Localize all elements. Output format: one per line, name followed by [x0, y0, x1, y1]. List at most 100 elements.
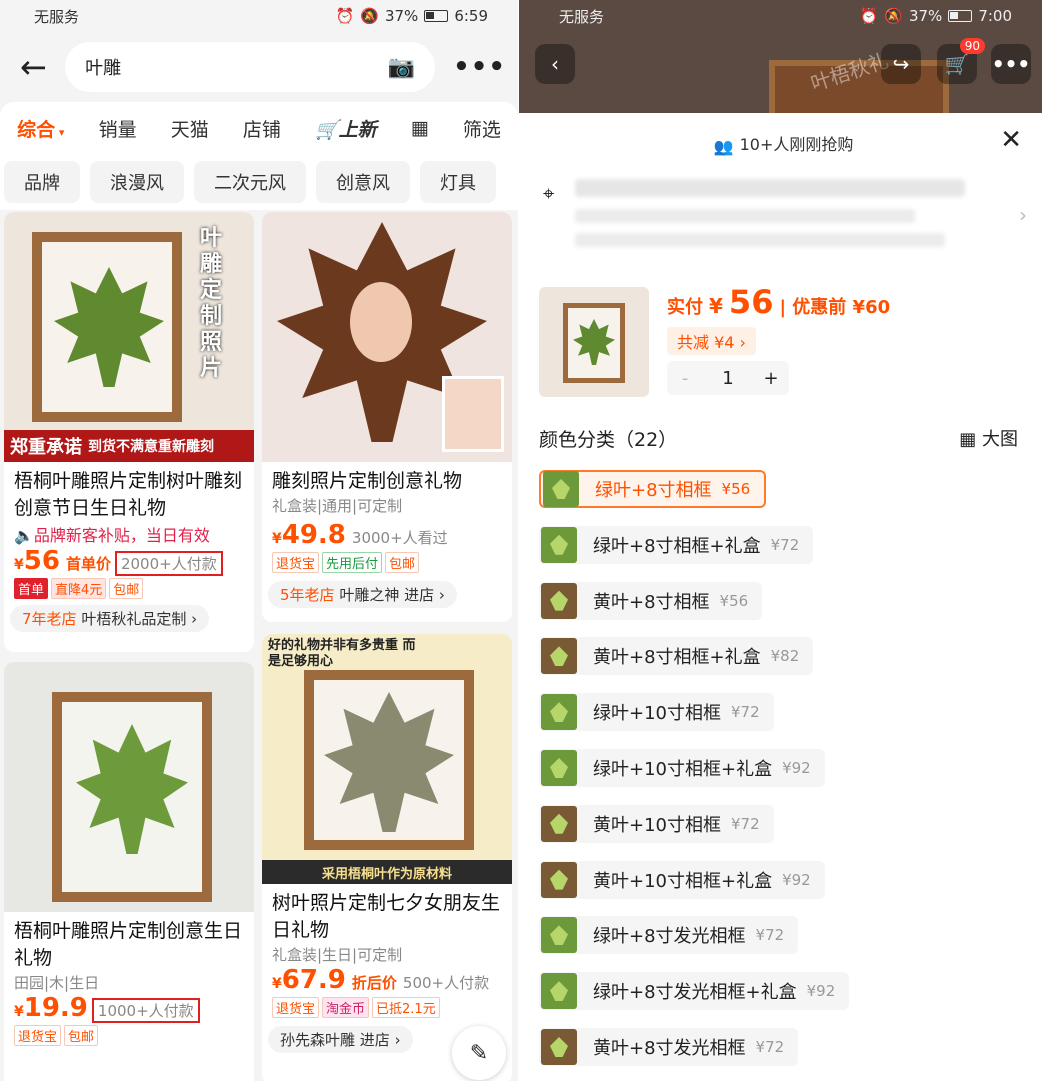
- tab-tmall[interactable]: 天猫: [171, 115, 209, 142]
- chip-romantic[interactable]: 浪漫风: [90, 161, 184, 203]
- large-view-toggle[interactable]: ▦ 大图: [959, 425, 1018, 451]
- tab-filter[interactable]: 筛选: [463, 115, 501, 142]
- sku-option[interactable]: 黄叶+8寸相框 ¥56: [539, 581, 763, 620]
- sku-option[interactable]: 黄叶+10寸相框 ¥72: [539, 804, 774, 843]
- overlay-top: 好的礼物并非有多贵重 而是足够用心: [268, 638, 416, 669]
- search-input[interactable]: 叶雕 📷: [65, 42, 436, 92]
- sku-price: ¥82: [770, 647, 800, 666]
- more-options-icon[interactable]: •••: [453, 52, 506, 82]
- sku-name: 绿叶+8寸发光相框+礼盒: [593, 982, 797, 1004]
- grab-notice: 👥 10+人刚刚抢购: [519, 131, 1042, 156]
- sku-thumbnail: [541, 861, 577, 898]
- sku-name: 黄叶+10寸相框+礼盒: [593, 870, 773, 892]
- price-line: ¥19.9 1000+人付款: [4, 993, 254, 1023]
- shop-link[interactable]: 7年老店 叶梧秋礼品定制 ›: [10, 605, 210, 632]
- sku-option[interactable]: 黄叶+8寸相框+礼盒 ¥82: [539, 637, 814, 676]
- battery-icon: [948, 10, 973, 22]
- sku-price: ¥92: [782, 870, 811, 889]
- promo-text: 🔈品牌新客补贴，当日有效: [14, 526, 210, 545]
- sku-name: 黄叶+8寸相框: [593, 591, 710, 613]
- category-label: 颜色分类（22）: [539, 429, 678, 451]
- chip-creative[interactable]: 创意风: [316, 161, 410, 203]
- badges: 退货宝 先用后付 包邮: [262, 550, 512, 575]
- share-icon[interactable]: ↪: [881, 44, 921, 84]
- product-image: 好的礼物并非有多贵重 而是足够用心 采用梧桐叶作为原材料: [262, 634, 512, 884]
- camera-icon[interactable]: 📷: [388, 55, 415, 80]
- sku-name: 绿叶+10寸相框+礼盒: [593, 759, 773, 780]
- sku-thumbnail: [541, 973, 577, 1010]
- speaker-icon: 🔈: [14, 526, 34, 545]
- tab-store[interactable]: 店铺: [243, 115, 281, 142]
- sku-name: 绿叶+8寸相框: [595, 480, 712, 501]
- close-icon[interactable]: ✕: [1000, 125, 1022, 155]
- chip-brand[interactable]: 品牌: [4, 161, 80, 203]
- shop-link[interactable]: 5年老店 叶雕之神 进店 ›: [268, 581, 457, 608]
- sku-selector-screen: 无服务 ⏰ 🔕 37% 7:00 叶梧秋礼 ‹ ↪ 🛒 90 ••• 👥 10+人刚刚抢购…: [519, 0, 1042, 1081]
- tab-comprehensive[interactable]: 综合 ▾: [17, 115, 64, 142]
- product-card[interactable]: 雕刻照片定制创意礼物 礼盒装|通用|可定制 ¥49.8 3000+人看过 退货宝先…: [262, 212, 512, 622]
- grid-icon: ▦: [959, 429, 977, 450]
- minus-button[interactable]: -: [667, 368, 703, 389]
- product-detail-backdrop: 无服务 ⏰ 🔕 37% 7:00 叶梧秋礼 ‹ ↪ 🛒 90 •••: [519, 0, 1042, 113]
- overlay-bottom: 采用梧桐叶作为原材料: [262, 860, 512, 884]
- price-line: ¥49.8 3000+人看过: [272, 520, 448, 550]
- chip-lamp[interactable]: 灯具: [420, 161, 496, 203]
- product-card[interactable]: 好的礼物并非有多贵重 而是足够用心 采用梧桐叶作为原材料 树叶照片定制七夕女朋友…: [262, 634, 512, 1081]
- sort-tabs: 综合 ▾ 销量 天猫 店铺 🛒上新 ▦ 筛选: [0, 102, 518, 154]
- status-bar: 无服务 ⏰ 🔕 37% 6:59: [0, 0, 518, 32]
- alarm-icon: ⏰: [859, 7, 879, 25]
- sku-option[interactable]: 黄叶+8寸发光相框 ¥72: [539, 1028, 799, 1066]
- location-pin-icon: ⌖: [543, 181, 555, 205]
- tab-sales[interactable]: 销量: [99, 115, 137, 142]
- chip-anime[interactable]: 二次元风: [194, 161, 306, 203]
- sku-price: ¥92: [806, 982, 836, 1001]
- sku-price: ¥72: [770, 535, 800, 554]
- search-query: 叶雕: [85, 58, 122, 79]
- plus-button[interactable]: +: [753, 368, 789, 389]
- product-card[interactable]: 叶雕定制照片 郑重承诺 到货不满意重新雕刻 梧桐叶雕照片定制树叶雕刻创意节日生日礼…: [4, 212, 254, 652]
- cart-icon[interactable]: 🛒 90: [937, 38, 985, 84]
- sku-price: ¥56: [719, 591, 749, 610]
- back-arrow-icon[interactable]: ←: [20, 51, 47, 83]
- product-attrs: 礼盒装|通用|可定制: [272, 497, 403, 515]
- tab-new[interactable]: 🛒上新: [315, 115, 377, 142]
- quantity-stepper: - 1 +: [667, 361, 789, 395]
- sku-option[interactable]: 绿叶+8寸发光相框+礼盒 ¥92: [539, 972, 850, 1011]
- mute-icon: 🔕: [884, 7, 903, 25]
- sku-name: 绿叶+8寸发光相框: [593, 926, 746, 948]
- sku-price: ¥72: [755, 1038, 785, 1056]
- feedback-button[interactable]: ✎: [452, 1026, 506, 1080]
- sku-option[interactable]: 黄叶+10寸相框+礼盒 ¥92: [539, 860, 825, 899]
- sku-option[interactable]: 绿叶+8寸相框 ¥56: [539, 470, 767, 508]
- address-blurred: [575, 179, 965, 197]
- sku-option[interactable]: 绿叶+10寸相框+礼盒 ¥92: [539, 749, 825, 787]
- battery-level: 37%: [384, 7, 419, 25]
- more-icon[interactable]: •••: [991, 44, 1031, 84]
- sku-thumbnail: [543, 471, 579, 507]
- shop-link[interactable]: 孙先森叶雕 进店 ›: [268, 1026, 413, 1053]
- cart-icon: 🛒: [314, 118, 339, 141]
- sku-option[interactable]: 绿叶+8寸发光相框 ¥72: [539, 916, 799, 955]
- price-line: ¥56 首单价 2000+人付款: [4, 546, 254, 576]
- address-row[interactable]: ⌖ ›: [539, 175, 1027, 265]
- overlay-title: 叶雕定制照片: [200, 226, 223, 381]
- grid-view-icon[interactable]: ▦: [411, 117, 429, 139]
- chevron-right-icon: ›: [1019, 203, 1027, 227]
- product-attrs: 礼盒装|生日|可定制: [272, 946, 403, 964]
- search-header: ← 叶雕 📷 •••: [0, 32, 518, 102]
- address-blurred-3: [575, 233, 945, 247]
- product-image: 叶雕定制照片 郑重承诺 到货不满意重新雕刻: [4, 212, 254, 462]
- sku-thumbnail: [541, 1029, 577, 1065]
- product-card[interactable]: 梧桐叶雕照片定制创意生日礼物 田园|木|生日 ¥19.9 1000+人付款 退货宝…: [4, 662, 254, 1081]
- quantity-value[interactable]: 1: [703, 368, 753, 389]
- sku-name: 黄叶+10寸相框: [593, 814, 721, 836]
- back-icon[interactable]: ‹: [535, 44, 575, 84]
- sku-name: 绿叶+8寸相框+礼盒: [593, 535, 761, 557]
- sku-thumbnail: [541, 694, 577, 731]
- sku-option[interactable]: 绿叶+8寸相框+礼盒 ¥72: [539, 525, 814, 564]
- edit-icon: ✎: [469, 1040, 489, 1066]
- sku-thumbnail: [541, 526, 577, 563]
- sku-sheet: 👥 10+人刚刚抢购 ✕ ⌖ › 实付 ¥56 | 优惠前 ¥60 共减 ¥4 › -…: [519, 113, 1042, 1081]
- sku-option[interactable]: 绿叶+10寸相框 ¥72: [539, 693, 774, 732]
- discount-tag[interactable]: 共减 ¥4 ›: [667, 327, 756, 355]
